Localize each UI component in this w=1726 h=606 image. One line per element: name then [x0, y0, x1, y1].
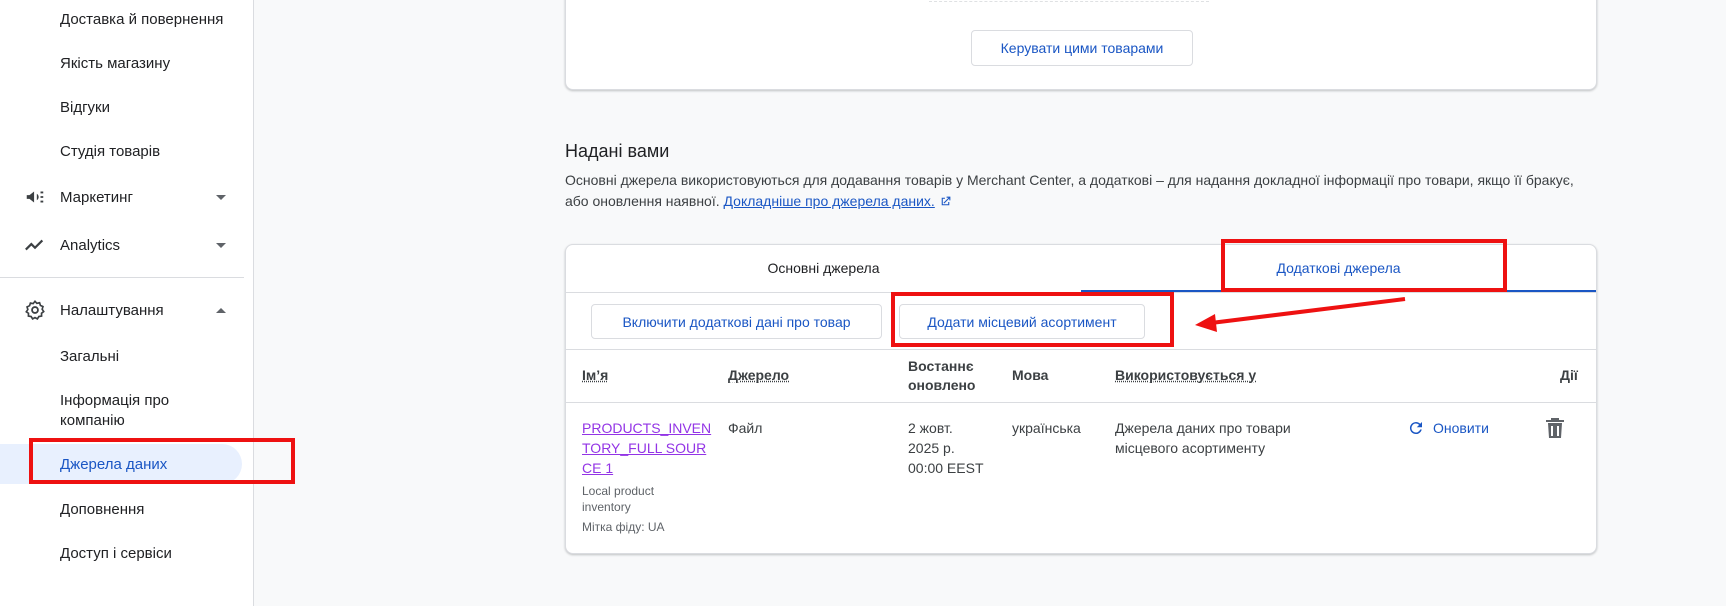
section-title: Надані вами	[565, 141, 670, 161]
sidebar-item-reviews[interactable]: Відгуки	[0, 92, 253, 122]
feed-label: Мітка фіду: UA	[582, 520, 665, 534]
manage-products-button[interactable]: Керувати цими товарами	[971, 30, 1193, 66]
clipped-text	[929, 0, 1209, 2]
column-header-name[interactable]: Ім’я	[582, 366, 608, 385]
section-description: Основні джерела використовуються для дод…	[565, 170, 1595, 212]
sidebar-item-label: Відгуки	[60, 98, 111, 116]
sidebar-item-label: Analytics	[60, 236, 121, 254]
chevron-down-icon	[216, 194, 226, 200]
refresh-label: Оновити	[1433, 420, 1489, 436]
delete-button[interactable]	[1545, 417, 1565, 444]
sidebar-item-product-studio[interactable]: Студія товарів	[0, 136, 253, 166]
sidebar-item-label: Маркетинг	[60, 188, 133, 206]
used-in-value: Джерела даних про товари місцевого асорт…	[1115, 420, 1291, 456]
sidebar-item-label: Інформація про компанію	[60, 392, 170, 429]
updated-date: 2 жовт. 2025 р.	[908, 420, 955, 456]
sidebar-item-data-sources[interactable]: Джерела даних	[0, 444, 242, 484]
sidebar-item-general[interactable]: Загальні	[0, 341, 253, 371]
external-link-icon	[941, 196, 951, 206]
tab-primary-sources[interactable]: Основні джерела	[566, 245, 1081, 291]
sidebar-item-access-services[interactable]: Доступ і сервіси	[0, 538, 253, 568]
chevron-up-icon	[216, 307, 226, 313]
sidebar-item-label: Налаштування	[60, 301, 164, 319]
table-header-divider-top	[566, 349, 1596, 350]
sidebar: Доставка й повернення Якість магазину Ві…	[0, 0, 254, 606]
chevron-down-icon	[216, 242, 226, 248]
trash-icon	[1546, 418, 1564, 438]
refresh-button[interactable]: Оновити	[1407, 419, 1489, 437]
megaphone-icon	[24, 186, 46, 208]
language-value: українська	[1012, 420, 1081, 436]
source-kind: Файл	[728, 420, 763, 436]
sidebar-item-label: Якість магазину	[60, 54, 171, 72]
sidebar-item-label: Доставка й повернення	[60, 10, 224, 28]
tab-supplemental-sources[interactable]: Додаткові джерела	[1081, 245, 1596, 291]
table-header-divider	[566, 402, 1596, 403]
description-text: Основні джерела використовуються для дод…	[565, 172, 1574, 209]
sidebar-item-settings[interactable]: Налаштування	[0, 295, 253, 325]
trending-icon	[24, 234, 46, 256]
column-header-updated: Востаннє оновлено	[908, 358, 976, 393]
refresh-icon	[1409, 422, 1422, 435]
sidebar-item-label: Студія товарів	[60, 142, 161, 160]
add-local-inventory-button[interactable]: Додати місцевий асортимент	[899, 304, 1145, 339]
column-header-source[interactable]: Джерело	[728, 366, 789, 385]
top-card: Керувати цими товарами	[565, 0, 1597, 90]
updated-time: 00:00 EEST	[908, 460, 984, 476]
source-name-link[interactable]: PRODUCTS_INVENTORY_FULL SOURCE 1	[582, 418, 712, 478]
sidebar-item-add-ons[interactable]: Доповнення	[0, 494, 253, 524]
column-header-language: Мова	[1012, 367, 1049, 383]
sidebar-item-shipping[interactable]: Доставка й повернення	[0, 4, 253, 34]
column-header-used-in[interactable]: Використовується у	[1115, 366, 1256, 385]
source-type: Local product inventory	[582, 484, 655, 514]
learn-more-link[interactable]: Докладніше про джерела даних.	[724, 193, 935, 209]
tab-divider	[566, 292, 1596, 293]
sidebar-item-label: Доступ і сервіси	[60, 544, 172, 562]
sidebar-item-store-quality[interactable]: Якість магазину	[0, 48, 253, 78]
sidebar-divider	[0, 277, 244, 278]
sidebar-item-business-info[interactable]: Інформація про компанію	[0, 389, 253, 433]
sidebar-item-label: Джерела даних	[60, 455, 168, 473]
gear-icon	[24, 299, 46, 321]
column-header-actions: Дії	[1560, 367, 1578, 383]
sidebar-item-marketing[interactable]: Маркетинг	[0, 182, 253, 212]
sidebar-item-label: Загальні	[60, 347, 120, 365]
include-extra-data-button[interactable]: Включити додаткові дані про товар	[591, 304, 882, 339]
sidebar-item-label: Доповнення	[60, 500, 145, 518]
red-arrow-annotation	[1195, 297, 1406, 332]
sidebar-item-analytics[interactable]: Analytics	[0, 230, 253, 260]
